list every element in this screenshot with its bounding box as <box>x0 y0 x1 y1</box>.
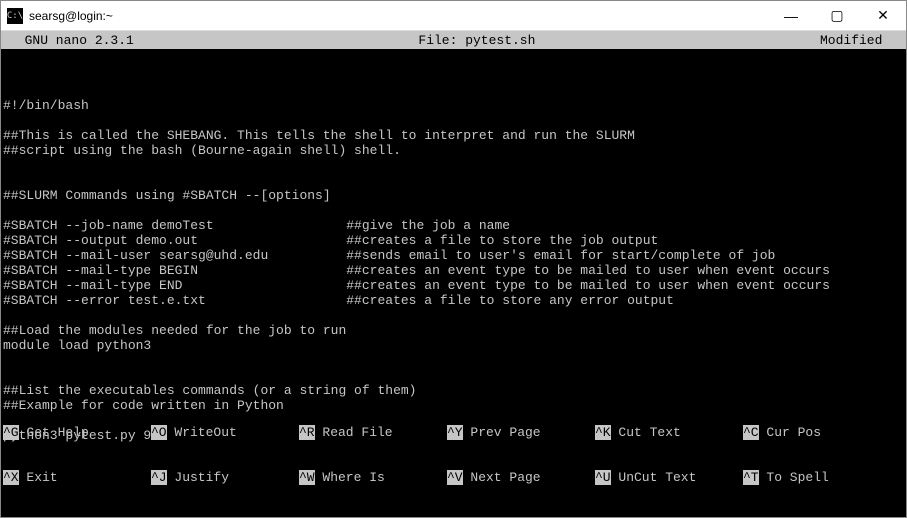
window-controls: — ▢ ✕ <box>768 1 906 30</box>
shortcut-label: To Spell <box>759 470 829 485</box>
shortcut-label: Cur Pos <box>759 425 821 440</box>
titlebar[interactable]: C:\ searsg@login:~ — ▢ ✕ <box>1 1 906 31</box>
shortcut-item[interactable]: ^VNext Page <box>447 470 595 485</box>
shortcut-item[interactable]: ^KCut Text <box>595 425 743 440</box>
editor-content[interactable]: #!/bin/bash ##This is called the SHEBANG… <box>3 83 904 443</box>
shortcut-item[interactable]: ^OWriteOut <box>151 425 299 440</box>
shortcut-key: ^T <box>743 470 759 485</box>
shortcut-label: Read File <box>315 425 393 440</box>
shortcut-item[interactable]: ^JJustify <box>151 470 299 485</box>
shortcut-label: Next Page <box>463 470 541 485</box>
shortcut-key: ^J <box>151 470 167 485</box>
shortcut-key: ^V <box>447 470 463 485</box>
shortcut-label: Justify <box>167 470 229 485</box>
shortcut-label: WriteOut <box>167 425 237 440</box>
shortcut-key: ^O <box>151 425 167 440</box>
shortcut-row-1: ^GGet Help^OWriteOut^RRead File^YPrev Pa… <box>3 425 904 440</box>
shortcut-label: Get Help <box>19 425 89 440</box>
close-button[interactable]: ✕ <box>860 1 906 30</box>
shortcut-item[interactable]: ^UUnCut Text <box>595 470 743 485</box>
shortcut-item[interactable]: ^RRead File <box>299 425 447 440</box>
shortcut-label: Prev Page <box>463 425 541 440</box>
shortcut-item[interactable]: ^YPrev Page <box>447 425 595 440</box>
shortcut-key: ^X <box>3 470 19 485</box>
shortcut-label: UnCut Text <box>611 470 697 485</box>
shortcut-item[interactable]: ^CCur Pos <box>743 425 891 440</box>
nano-version: GNU nano 2.3.1 <box>9 33 134 48</box>
shortcut-key: ^K <box>595 425 611 440</box>
nano-statusbar: GNU nano 2.3.1 File: pytest.sh Modified <box>1 31 906 49</box>
shortcut-item[interactable]: ^GGet Help <box>3 425 151 440</box>
shortcut-item[interactable]: ^XExit <box>3 470 151 485</box>
minimize-button[interactable]: — <box>768 1 814 30</box>
editor-area[interactable]: #!/bin/bash ##This is called the SHEBANG… <box>1 49 906 517</box>
window-title: searsg@login:~ <box>29 9 768 23</box>
nano-shortcut-bar: ^GGet Help^OWriteOut^RRead File^YPrev Pa… <box>3 395 904 515</box>
shortcut-label: Exit <box>19 470 58 485</box>
terminal-window: C:\ searsg@login:~ — ▢ ✕ GNU nano 2.3.1 … <box>0 0 907 518</box>
shortcut-key: ^Y <box>447 425 463 440</box>
shortcut-label: Cut Text <box>611 425 681 440</box>
shortcut-item[interactable]: ^WWhere Is <box>299 470 447 485</box>
maximize-button[interactable]: ▢ <box>814 1 860 30</box>
nano-modified-indicator: Modified <box>820 33 898 48</box>
shortcut-key: ^C <box>743 425 759 440</box>
shortcut-item[interactable]: ^TTo Spell <box>743 470 891 485</box>
shortcut-key: ^R <box>299 425 315 440</box>
shortcut-key: ^U <box>595 470 611 485</box>
shortcut-label: Where Is <box>315 470 385 485</box>
nano-filename: File: pytest.sh <box>134 33 820 48</box>
shortcut-key: ^G <box>3 425 19 440</box>
app-icon: C:\ <box>7 8 23 24</box>
shortcut-row-2: ^XExit^JJustify^WWhere Is^VNext Page^UUn… <box>3 470 904 485</box>
shortcut-key: ^W <box>299 470 315 485</box>
